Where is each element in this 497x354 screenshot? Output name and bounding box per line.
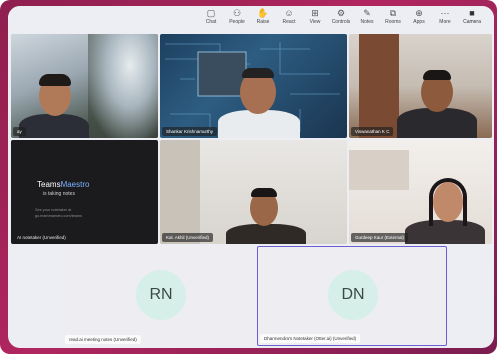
person-body <box>397 108 477 138</box>
raise-hand-icon: ✋ <box>257 8 269 18</box>
participant-name-tag: Shankar Krishnamurthy <box>162 127 218 136</box>
avatar: RN <box>136 270 186 320</box>
react-button[interactable]: ☺ React <box>277 8 301 25</box>
camera-button[interactable]: ■ Camera <box>457 8 487 30</box>
participant-name-tag: read.ai meeting notes (Unverified) <box>65 335 141 344</box>
avatar-tile-rn[interactable]: RN read.ai meeting notes (Unverified) <box>63 246 255 346</box>
background-shelf <box>349 150 409 190</box>
avatar-tile-dn[interactable]: DN Dharmendra's Notetaker (Otter.ai) (Un… <box>257 246 447 346</box>
person-hair <box>242 68 274 78</box>
teammaestro-logo: TeamsMaestro <box>37 180 90 189</box>
meeting-toolbar: ▢ Chat ⚇ People ✋ Raise ☺ React ⊞ View ⚙… <box>8 6 494 34</box>
video-tile-2[interactable]: Shankar Krishnamurthy <box>160 34 347 138</box>
view-icon: ⊞ <box>311 8 319 18</box>
view-button[interactable]: ⊞ View <box>303 8 327 25</box>
participant-name-tag: ay <box>13 127 26 136</box>
background-wall <box>160 140 200 244</box>
teams-meeting-window: ▢ Chat ⚇ People ✋ Raise ☺ React ⊞ View ⚙… <box>8 6 494 348</box>
avatar: DN <box>328 270 378 320</box>
video-tile-6[interactable]: Gurdeep Kaur (External) <box>349 140 492 244</box>
person-body <box>218 110 300 138</box>
participant-name-tag: Kal. Akhil (Unverified) <box>162 233 214 242</box>
participant-name-tag: Gurdeep Kaur (External) <box>351 233 409 242</box>
rooms-button[interactable]: ⧉ Rooms <box>381 8 405 25</box>
video-tile-3[interactable]: Viswanathan K C <box>349 34 492 138</box>
notes-icon: ✎ <box>363 8 371 18</box>
rooms-icon: ⧉ <box>389 8 397 18</box>
background-trees <box>88 34 158 138</box>
teammaestro-link[interactable]: go.teammaestro.com/teams <box>35 214 82 218</box>
video-tile-1[interactable]: ay <box>11 34 158 138</box>
person-hair <box>423 70 451 80</box>
video-tile-5[interactable]: Kal. Akhil (Unverified) <box>160 140 347 244</box>
notes-button[interactable]: ✎ Notes <box>355 8 379 25</box>
people-icon: ⚇ <box>232 8 242 18</box>
raise-hand-button[interactable]: ✋ Raise <box>251 8 275 25</box>
participant-name-tag: Viswanathan K C <box>351 127 394 136</box>
person-hair <box>429 178 467 226</box>
camera-icon: ■ <box>469 8 475 18</box>
controls-icon: ⚙ <box>336 8 346 18</box>
chat-icon: ▢ <box>206 8 216 18</box>
chip-shape <box>197 51 247 97</box>
participant-name-tag: Dharmendra's Notetaker (Otter.ai) (Unver… <box>260 334 361 343</box>
react-icon: ☺ <box>284 8 294 18</box>
more-icon: ⋯ <box>440 8 450 18</box>
people-button[interactable]: ⚇ People <box>225 8 249 25</box>
participant-name-tag: AI notetaker (Unverified) <box>17 235 66 240</box>
apps-button[interactable]: ⊕ Apps <box>407 8 431 25</box>
teammaestro-hint: See your notetaker at <box>35 208 72 212</box>
more-button[interactable]: ⋯ More <box>433 8 457 25</box>
controls-button[interactable]: ⚙ Controls <box>329 8 353 25</box>
person-hair <box>39 74 71 86</box>
apps-icon: ⊕ <box>415 8 423 18</box>
teammaestro-tile[interactable]: TeamsMaestro is taking notes See your no… <box>11 140 158 244</box>
chat-button[interactable]: ▢ Chat <box>199 8 223 25</box>
person-body <box>226 224 306 244</box>
person-hair <box>251 188 277 197</box>
teammaestro-status: is taking notes <box>43 191 75 197</box>
background-door <box>359 34 399 138</box>
person-body <box>19 114 89 138</box>
